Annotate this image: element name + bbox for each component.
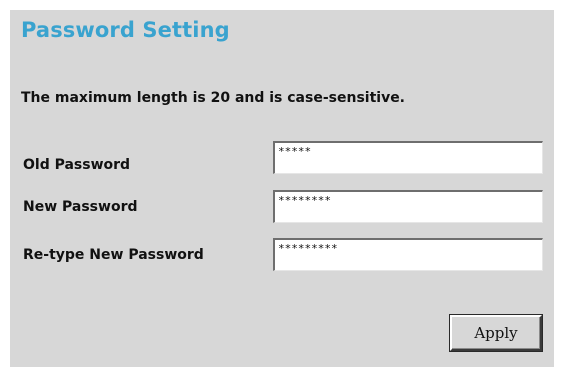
page-title: Password Setting bbox=[21, 18, 230, 42]
password-setting-panel: Password Setting The maximum length is 2… bbox=[10, 10, 554, 367]
retype-new-password-field[interactable]: ********* bbox=[273, 238, 543, 271]
old-password-field[interactable]: ***** bbox=[273, 141, 543, 174]
password-rule-note: The maximum length is 20 and is case-sen… bbox=[21, 90, 406, 106]
new-password-label: New Password bbox=[23, 199, 138, 215]
retype-new-password-label: Re-type New Password bbox=[23, 247, 204, 263]
apply-button[interactable]: Apply bbox=[450, 315, 542, 351]
new-password-field[interactable]: ******** bbox=[273, 190, 543, 223]
old-password-label: Old Password bbox=[23, 157, 131, 173]
